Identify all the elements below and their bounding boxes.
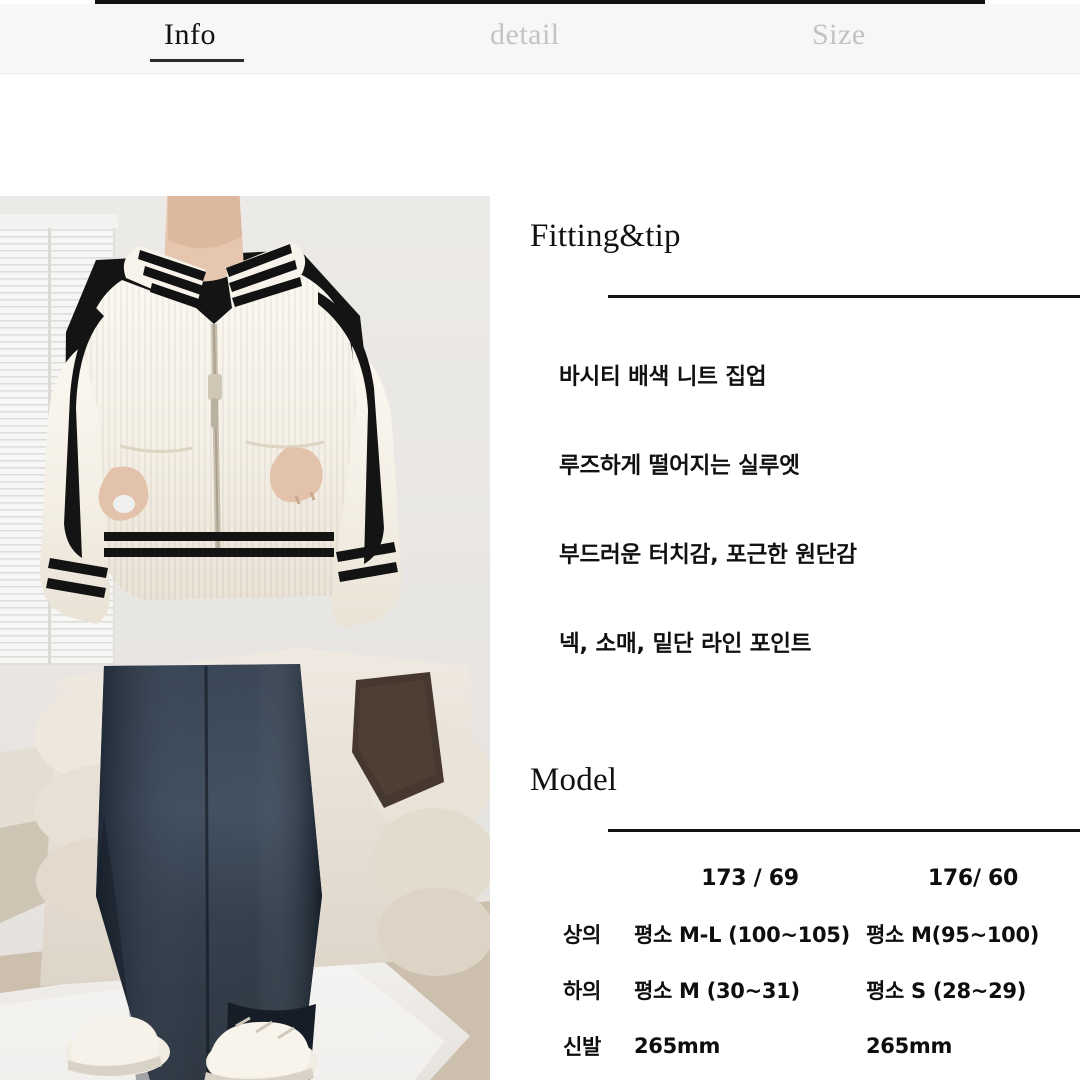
fitting-tip-line: 부드러운 터치감, 포근한 원단감 [559, 542, 857, 568]
model-b-size-header: 176/ 60 [927, 865, 1019, 891]
model-a-size-header: 173 / 69 [701, 865, 799, 891]
row-label-top: 상의 [562, 923, 602, 947]
model-divider [608, 829, 1080, 832]
model-a-bottom-size: 평소 M (30~31) [634, 979, 800, 1003]
fitting-tip-line: 넥, 소매, 밑단 라인 포인트 [559, 631, 812, 657]
row-label-bottom: 하의 [562, 979, 602, 1003]
info-panel: Fitting&tip 바시티 배색 니트 집업 루즈하게 떨어지는 실루엣 부… [0, 0, 1080, 1080]
row-label-shoes: 신발 [562, 1035, 602, 1059]
model-a-top-size: 평소 M-L (100~105) [634, 923, 850, 947]
fitting-tip-heading: Fitting&tip [530, 218, 681, 254]
fitting-tip-divider [608, 295, 1080, 298]
fitting-tip-list: 바시티 배색 니트 집업 루즈하게 떨어지는 실루엣 부드러운 터치감, 포근한… [559, 362, 1069, 659]
model-spec-table: 173 / 69 176/ 60 상의 평소 M-L (100~105) 평소 … [530, 850, 1080, 1074]
table-row: 신발 265mm 265mm [530, 1018, 1080, 1074]
model-b-shoe-size: 265mm [866, 1034, 953, 1058]
fitting-tip-line: 루즈하게 떨어지는 실루엣 [559, 453, 800, 479]
table-row: 상의 평소 M-L (100~105) 평소 M(95~100) [530, 906, 1080, 962]
model-b-bottom-size: 평소 S (28~29) [866, 979, 1027, 1003]
table-row: 하의 평소 M (30~31) 평소 S (28~29) [530, 962, 1080, 1018]
model-b-top-size: 평소 M(95~100) [866, 923, 1040, 947]
product-detail-page: Info detail Size Fitting&tip 바시티 배색 니트 집… [0, 0, 1080, 1080]
table-header-row: 173 / 69 176/ 60 [530, 850, 1080, 906]
model-heading: Model [530, 762, 618, 798]
model-a-shoe-size: 265mm [634, 1034, 721, 1058]
table-corner-cell [530, 850, 634, 906]
fitting-tip-line: 바시티 배색 니트 집업 [559, 364, 767, 390]
